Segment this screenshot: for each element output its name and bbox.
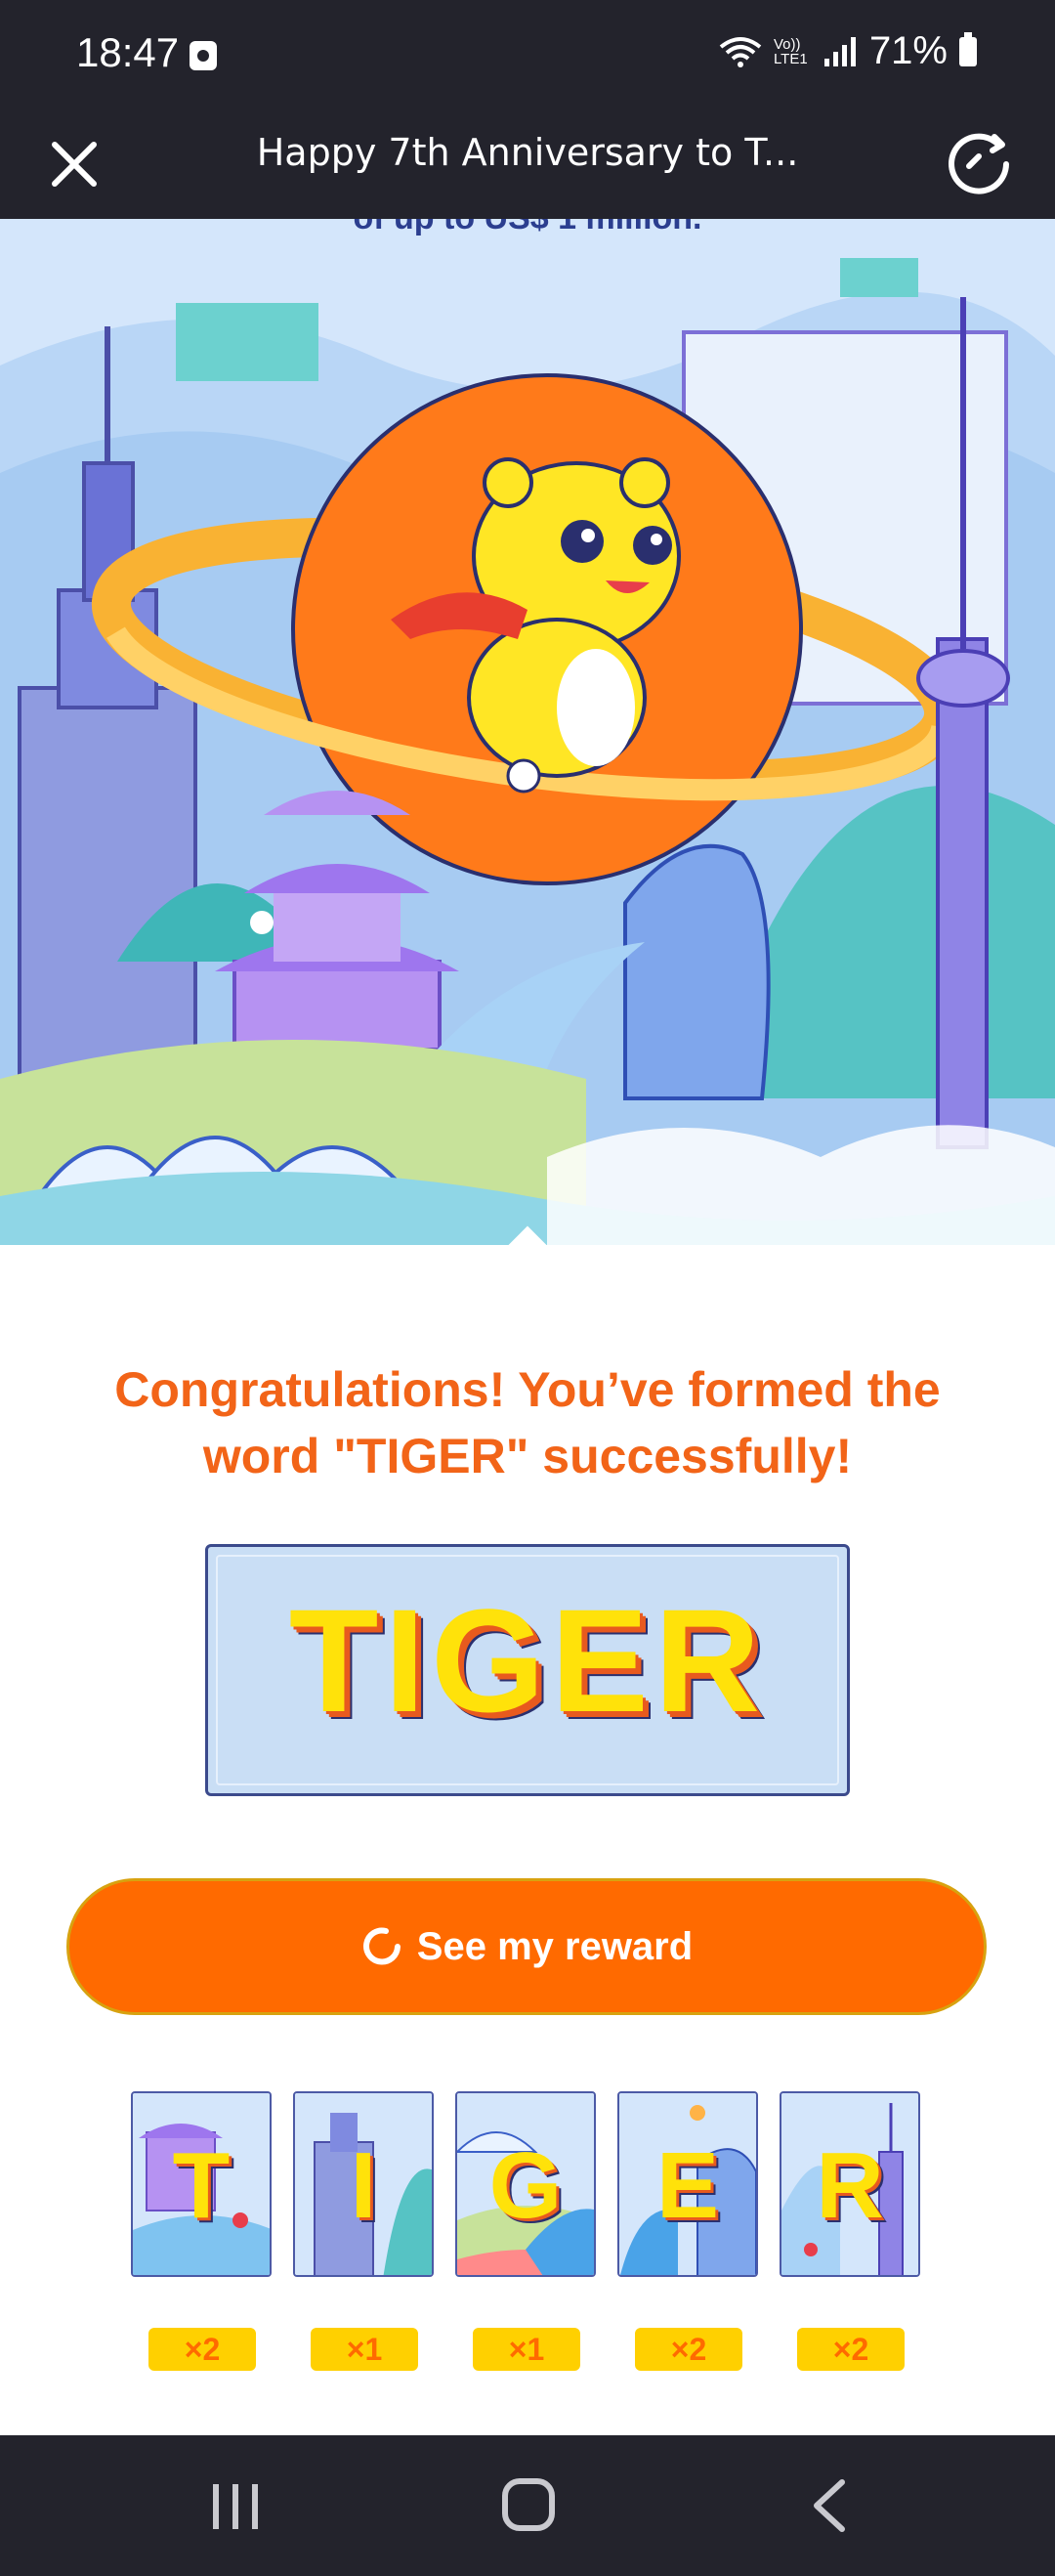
count-badge-t: ×2 [148,2328,256,2371]
battery-icon [959,31,977,66]
formed-word-box: TIGER [205,1544,850,1796]
network-label: Vo)) LTE1 [773,35,808,67]
notification-icon [190,41,217,70]
card-letter: T [172,2133,231,2238]
page-title: Happy 7th Anniversary to T... [256,131,799,174]
card-letter: I [350,2133,377,2238]
loading-icon [362,1927,401,1965]
refresh-icon[interactable] [938,123,1020,205]
signal-icon [823,36,856,66]
letter-card-g[interactable]: G [455,2091,596,2277]
see-reward-button[interactable]: See my reward [66,1878,987,2015]
count-badge-g: ×1 [473,2328,580,2371]
letter-card-e[interactable]: E [617,2091,758,2277]
status-bar: 18:47 Vo)) LTE1 71% [0,0,1055,109]
status-indicators: Vo)) LTE1 71% [719,29,977,73]
hero-illustration: of up to US$ 1 million. [0,219,1055,1245]
count-badge-i: ×1 [311,2328,418,2371]
hero-clipped-text: of up to US$ 1 million. [0,219,1055,237]
home-icon[interactable] [502,2478,555,2531]
letter-card-t[interactable]: T [131,2091,272,2277]
count-badge-e: ×2 [635,2328,742,2371]
battery-percent: 71% [868,29,948,72]
card-letter: E [655,2133,720,2238]
app-header: Happy 7th Anniversary to T... [0,109,1055,219]
formed-word: TIGER [288,1578,767,1742]
congrats-message: Congratulations! You’ve formed the word … [59,1356,996,1489]
status-time: 18:47 [76,29,180,75]
letter-card-i[interactable]: I [293,2091,434,2277]
card-letter: R [816,2133,884,2238]
card-letter: G [488,2133,563,2238]
system-nav-bar [0,2435,1055,2576]
wifi-icon [719,36,762,67]
congrats-line-1: Congratulations! You’ve formed the [114,1362,941,1417]
count-badge-r: ×2 [797,2328,905,2371]
see-reward-label: See my reward [416,1924,694,1968]
recent-apps-icon[interactable] [211,2484,260,2529]
letter-cards: T I G E R ×2 ×1 ×1 ×2 ×2 [131,2091,924,2371]
back-icon[interactable] [807,2478,850,2533]
congrats-line-2: word "TIGER" successfully! [202,1429,853,1483]
hero-artwork [0,219,1055,1245]
letter-card-r[interactable]: R [780,2091,920,2277]
